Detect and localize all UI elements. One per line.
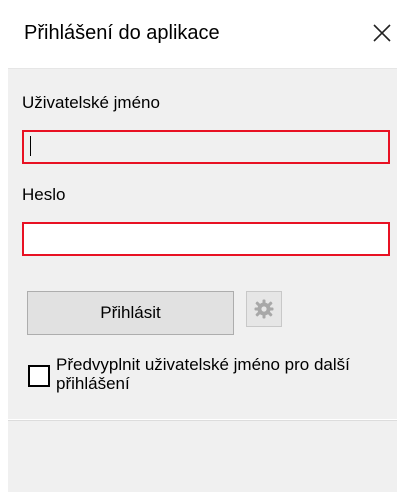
- window-title: Přihlášení do aplikace: [24, 22, 220, 44]
- title-bar: Přihlášení do aplikace: [0, 0, 405, 68]
- text-caret: [30, 136, 31, 156]
- footer-panel: [8, 420, 397, 492]
- login-window: Přihlášení do aplikace Uživatelské jméno…: [0, 0, 405, 492]
- gear-icon: [254, 299, 274, 319]
- settings-button[interactable]: [246, 291, 282, 327]
- close-button[interactable]: [365, 14, 399, 52]
- password-input[interactable]: [22, 222, 390, 256]
- remember-username-label: Předvyplnit uživatelské jméno pro další …: [56, 355, 350, 393]
- password-label: Heslo: [22, 185, 66, 204]
- login-button[interactable]: Přihlásit: [27, 291, 234, 335]
- remember-username-checkbox[interactable]: [28, 365, 50, 387]
- login-panel: Uživatelské jméno Heslo Přihlásit Předvy…: [8, 69, 397, 419]
- username-input[interactable]: [22, 130, 390, 164]
- username-label: Uživatelské jméno: [22, 93, 160, 112]
- close-icon: [373, 24, 391, 42]
